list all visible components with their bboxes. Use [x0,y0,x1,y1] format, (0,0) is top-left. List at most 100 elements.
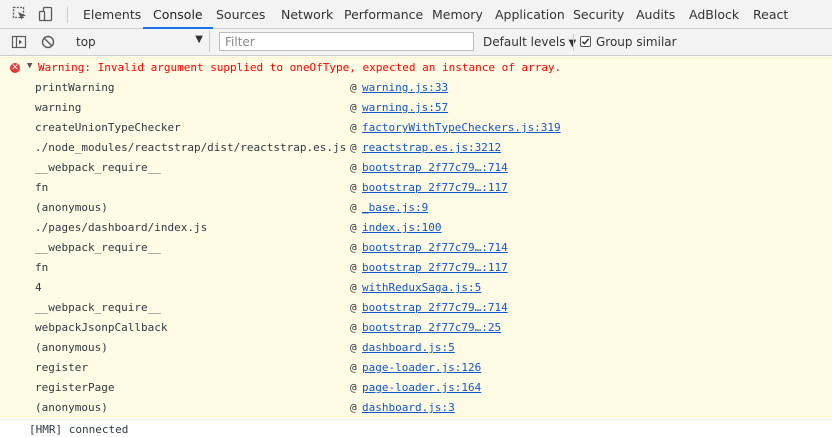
tab-network[interactable]: Network [281,0,333,28]
at-sign: @ [350,241,357,254]
tab-console[interactable]: Console [143,0,213,29]
stack-frame: __webpack_require__ @ bootstrap 2f77c79…… [0,158,832,178]
stack-frame: fn @ bootstrap 2f77c79…:117 [0,178,832,198]
at-sign: @ [350,161,357,174]
source-link[interactable]: page-loader.js:164 [362,381,481,394]
tab-sources[interactable]: Sources [216,0,265,28]
stack-frame: createUnionTypeChecker @ factoryWithType… [0,118,832,138]
at-sign: @ [350,381,357,394]
device-toolbar-icon[interactable] [38,6,54,22]
tab-security[interactable]: Security [573,0,624,28]
at-sign: @ [350,321,357,334]
dropdown-arrow-icon: ▼ [195,34,203,45]
stack-function: webpackJsonpCallback [35,321,168,334]
at-sign: @ [350,121,357,134]
source-link[interactable]: bootstrap 2f77c79…:714 [362,161,508,174]
stack-function: (anonymous) [35,401,108,414]
stack-frame: warning @ warning.js:57 [0,98,832,118]
at-sign: @ [350,81,357,94]
stack-frame: (anonymous) @ dashboard.js:5 [0,338,832,358]
source-link[interactable]: page-loader.js:126 [362,361,481,374]
source-link[interactable]: bootstrap 2f77c79…:117 [362,181,508,194]
stack-function: printWarning [35,81,115,94]
tab-elements[interactable]: Elements [83,0,141,28]
source-link[interactable]: bootstrap 2f77c79…:117 [362,261,508,274]
inspect-element-icon[interactable] [12,6,28,22]
at-sign: @ [350,141,357,154]
stack-frame: register @ page-loader.js:126 [0,358,832,378]
stack-function: ./pages/dashboard/index.js [35,221,208,234]
execution-context-value: top [76,35,96,49]
group-similar-label[interactable]: Group similar [596,35,677,49]
source-link[interactable]: reactstrap.es.js:3212 [362,141,501,154]
clear-console-icon[interactable] [40,34,56,50]
warning-text: Warning: Invalid argument supplied to on… [38,61,562,74]
source-link[interactable]: bootstrap 2f77c79…:714 [362,241,508,254]
show-sidebar-icon[interactable] [11,34,27,50]
execution-context-select[interactable]: top ▼ [66,31,210,52]
stack-frame: 4 @ withReduxSaga.js:5 [0,278,832,298]
stack-function: 4 [35,281,42,294]
warning-message: ✕ ▼ Warning: Invalid argument supplied t… [0,57,832,417]
checkmark-icon [581,38,590,45]
stack-function: warning [35,101,82,114]
toolbar-divider [573,34,574,51]
devtools-tab-bar: Elements Console Sources Network Perform… [0,0,832,29]
stack-frame: (anonymous) @ dashboard.js:3 [0,398,832,418]
expand-triangle-icon[interactable]: ▼ [27,61,32,71]
stack-function: __webpack_require__ [35,241,161,254]
at-sign: @ [350,261,357,274]
at-sign: @ [350,181,357,194]
stack-frame: ./node_modules/reactstrap/dist/reactstra… [0,138,832,158]
toolbar-divider [67,6,68,23]
group-similar-checkbox[interactable] [580,36,591,47]
stack-function: (anonymous) [35,341,108,354]
tab-performance[interactable]: Performance [344,0,423,28]
source-link[interactable]: index.js:100 [362,221,441,234]
stack-function: register [35,361,88,374]
at-sign: @ [350,341,357,354]
filter-input[interactable] [219,32,474,51]
error-icon: ✕ [10,63,20,73]
tab-application[interactable]: Application [495,0,565,28]
at-sign: @ [350,361,357,374]
at-sign: @ [350,101,357,114]
source-link[interactable]: bootstrap 2f77c79…:25 [362,321,501,334]
source-link[interactable]: bootstrap 2f77c79…:714 [362,301,508,314]
at-sign: @ [350,401,357,414]
log-levels-dropdown[interactable]: Default levels▼ [483,35,576,49]
source-link[interactable]: dashboard.js:5 [362,341,455,354]
stack-frame: ./pages/dashboard/index.js @ index.js:10… [0,218,832,238]
at-sign: @ [350,301,357,314]
stack-function: fn [35,181,49,194]
log-text: [HMR] connected [29,423,129,436]
source-link[interactable]: factoryWithTypeCheckers.js:319 [362,121,561,134]
tab-audits[interactable]: Audits [636,0,675,28]
tab-adblock[interactable]: AdBlock [689,0,739,28]
at-sign: @ [350,201,357,214]
source-link[interactable]: warning.js:33 [362,81,448,94]
source-link[interactable]: _base.js:9 [362,201,428,214]
tab-react[interactable]: React [753,0,788,28]
stack-function: createUnionTypeChecker [35,121,181,134]
stack-function: __webpack_require__ [35,301,161,314]
stack-frame: registerPage @ page-loader.js:164 [0,378,832,398]
console-toolbar: top ▼ Default levels▼ Group similar [0,29,832,56]
at-sign: @ [350,281,357,294]
source-link[interactable]: withReduxSaga.js:5 [362,281,481,294]
source-link[interactable]: dashboard.js:3 [362,401,455,414]
source-link[interactable]: warning.js:57 [362,101,448,114]
stack-function: __webpack_require__ [35,161,161,174]
stack-frame: printWarning @ warning.js:33 [0,78,832,98]
log-message: [HMR] connected [0,419,832,437]
stack-frame: webpackJsonpCallback @ bootstrap 2f77c79… [0,318,832,338]
log-levels-label: Default levels [483,35,566,49]
stack-function: (anonymous) [35,201,108,214]
stack-frame: __webpack_require__ @ bootstrap 2f77c79…… [0,238,832,258]
stack-frame: (anonymous) @ _base.js:9 [0,198,832,218]
stack-function: registerPage [35,381,115,394]
at-sign: @ [350,221,357,234]
tab-memory[interactable]: Memory [432,0,483,28]
console-messages: ✕ ▼ Warning: Invalid argument supplied t… [0,56,832,436]
stack-function: ./node_modules/reactstrap/dist/reactstra… [35,141,347,154]
